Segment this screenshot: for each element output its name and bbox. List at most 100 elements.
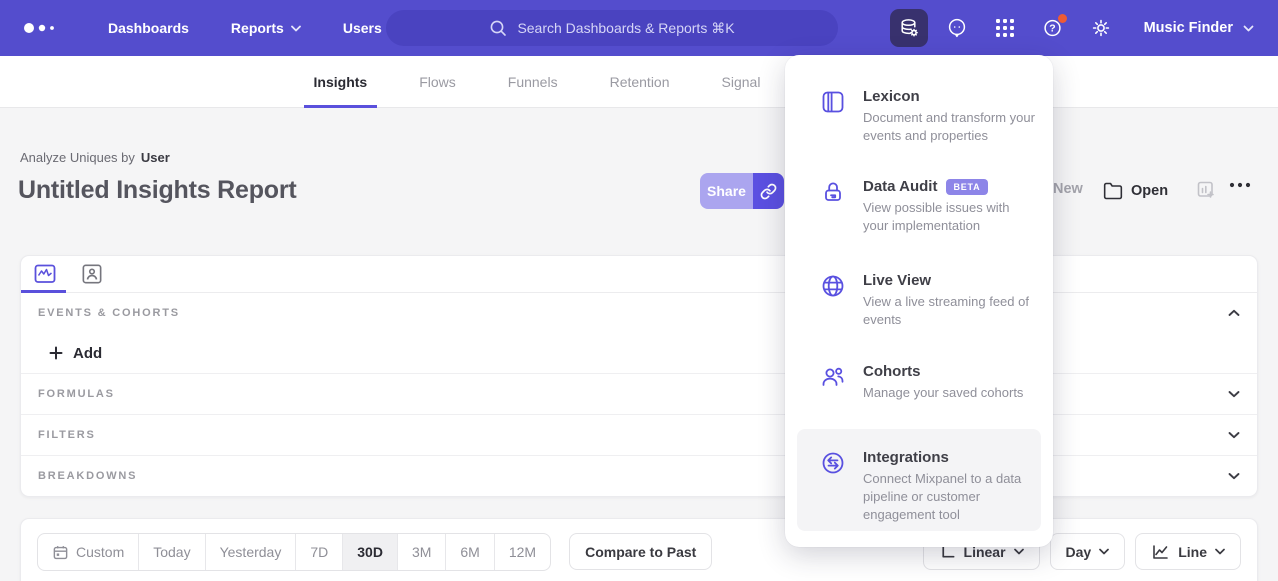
tab-funnels[interactable]: Funnels xyxy=(508,56,558,108)
range-7d[interactable]: 7D xyxy=(295,534,342,570)
data-management-popover: Lexicon Document and transform your even… xyxy=(785,55,1053,547)
cohorts-desc: Manage your saved cohorts xyxy=(863,384,1035,402)
open-label: Open xyxy=(1131,183,1168,199)
builder-view-tabs xyxy=(21,256,1257,293)
popover-item-lexicon[interactable]: Lexicon Document and transform your even… xyxy=(797,88,1041,145)
share-button[interactable]: Share xyxy=(700,173,753,209)
chart-type-select[interactable]: Line xyxy=(1135,533,1241,570)
chat-bubble-icon xyxy=(946,17,968,39)
interval-select[interactable]: Day xyxy=(1050,533,1126,570)
filters-label: FILTERS xyxy=(38,429,96,441)
nav-reports-label: Reports xyxy=(231,20,284,36)
help-button[interactable]: ? xyxy=(1034,9,1072,47)
range-today[interactable]: Today xyxy=(138,534,204,570)
add-label: Add xyxy=(73,345,102,362)
range-6m[interactable]: 6M xyxy=(445,534,493,570)
analyze-entity[interactable]: User xyxy=(141,150,170,165)
search-icon xyxy=(489,19,507,37)
new-report-button[interactable]: New xyxy=(1053,181,1083,197)
add-event-button[interactable]: Add xyxy=(21,333,1257,373)
interval-label: Day xyxy=(1066,544,1092,560)
chart-type-label: Line xyxy=(1178,544,1207,560)
copy-link-button[interactable] xyxy=(753,173,784,209)
lexicon-title: Lexicon xyxy=(863,88,920,105)
query-builder-panel: EVENTS & COHORTS Add FORMULAS FILTERS BR… xyxy=(20,255,1258,497)
nav-reports[interactable]: Reports xyxy=(231,20,301,36)
integrations-title: Integrations xyxy=(863,449,949,466)
chevron-down-icon[interactable] xyxy=(1228,431,1240,439)
chevron-down-icon xyxy=(1099,548,1109,555)
tab-signal[interactable]: Signal xyxy=(722,56,761,108)
range-custom-label: Custom xyxy=(76,544,124,560)
popover-item-integrations[interactable]: Integrations Connect Mixpanel to a data … xyxy=(797,429,1041,531)
events-cohorts-section-header[interactable]: EVENTS & COHORTS xyxy=(21,293,1257,333)
popover-item-text: Cohorts Manage your saved cohorts xyxy=(863,363,1035,402)
mixpanel-logo[interactable] xyxy=(22,20,64,36)
chart-square-icon xyxy=(34,264,56,284)
compare-to-past-button[interactable]: Compare to Past xyxy=(569,533,712,570)
live-view-icon xyxy=(820,273,846,299)
notification-dot xyxy=(1058,14,1067,23)
data-audit-icon xyxy=(820,179,846,205)
data-audit-desc: View possible issues with your implement… xyxy=(863,199,1035,235)
search-input[interactable]: Search Dashboards & Reports ⌘K xyxy=(386,10,838,46)
folder-icon xyxy=(1103,181,1123,201)
data-management-button[interactable] xyxy=(890,9,928,47)
chevron-down-icon xyxy=(1243,25,1254,32)
cohorts-icon xyxy=(820,364,846,390)
project-switcher[interactable]: Music Finder xyxy=(1144,20,1254,36)
popover-item-text: Live View View a live streaming feed of … xyxy=(863,272,1035,329)
add-to-dashboard-button[interactable] xyxy=(1196,180,1216,200)
beta-badge: BETA xyxy=(946,179,987,195)
metrics-view-tab[interactable] xyxy=(34,264,56,284)
range-12m[interactable]: 12M xyxy=(494,534,550,570)
chevron-down-icon[interactable] xyxy=(1228,390,1240,398)
range-custom[interactable]: Custom xyxy=(38,534,138,570)
live-view-desc: View a live streaming feed of events xyxy=(863,293,1035,329)
tab-retention[interactable]: Retention xyxy=(610,56,670,108)
topbar-icon-group: ? Music Finder xyxy=(890,0,1278,56)
breakdowns-section-header[interactable]: BREAKDOWNS xyxy=(21,455,1257,496)
popover-item-cohorts[interactable]: Cohorts Manage your saved cohorts xyxy=(797,363,1041,402)
tab-insights[interactable]: Insights xyxy=(314,56,368,108)
integrations-desc: Connect Mixpanel to a data pipeline or c… xyxy=(863,470,1035,524)
svg-text:?: ? xyxy=(1049,23,1055,35)
search-placeholder: Search Dashboards & Reports ⌘K xyxy=(517,20,734,37)
active-tab-underline xyxy=(21,290,66,293)
chevron-down-icon[interactable] xyxy=(1228,472,1240,480)
analyze-prefix: Analyze Uniques by xyxy=(20,150,135,165)
nav-users[interactable]: Users xyxy=(343,20,382,36)
popover-item-data-audit[interactable]: Data AuditBETA View possible issues with… xyxy=(797,178,1041,235)
nav-dashboards[interactable]: Dashboards xyxy=(108,20,189,36)
filters-section-header[interactable]: FILTERS xyxy=(21,414,1257,455)
report-title[interactable]: Untitled Insights Report xyxy=(18,176,297,205)
range-3m[interactable]: 3M xyxy=(397,534,445,570)
nav-dashboards-label: Dashboards xyxy=(108,20,189,36)
primary-nav: Dashboards Reports Users xyxy=(108,20,382,36)
ellipsis-icon xyxy=(1228,181,1252,189)
range-yesterday[interactable]: Yesterday xyxy=(205,534,296,570)
plus-icon xyxy=(49,346,63,360)
popover-item-live-view[interactable]: Live View View a live streaming feed of … xyxy=(797,272,1041,329)
more-options-button[interactable] xyxy=(1228,181,1252,189)
lexicon-icon xyxy=(820,89,846,115)
apps-grid-button[interactable] xyxy=(986,9,1024,47)
profiles-view-tab[interactable] xyxy=(82,264,102,284)
tab-flows[interactable]: Flows xyxy=(419,56,456,108)
calendar-icon xyxy=(52,544,69,561)
person-square-icon xyxy=(82,264,102,284)
chevron-down-icon xyxy=(291,25,301,32)
cohorts-title: Cohorts xyxy=(863,363,921,380)
chart-controls-panel: Custom Today Yesterday 7D 30D 3M 6M 12M … xyxy=(20,518,1258,581)
popover-item-text: Integrations Connect Mixpanel to a data … xyxy=(863,449,1035,524)
feedback-button[interactable] xyxy=(938,9,976,47)
project-name: Music Finder xyxy=(1144,20,1233,36)
formulas-label: FORMULAS xyxy=(38,388,115,400)
integrations-icon xyxy=(820,450,846,476)
lexicon-desc: Document and transform your events and p… xyxy=(863,109,1035,145)
formulas-section-header[interactable]: FORMULAS xyxy=(21,373,1257,414)
settings-button[interactable] xyxy=(1082,9,1120,47)
open-report-button[interactable]: Open xyxy=(1103,181,1168,201)
chevron-up-icon[interactable] xyxy=(1228,309,1240,317)
range-30d[interactable]: 30D xyxy=(342,534,397,570)
